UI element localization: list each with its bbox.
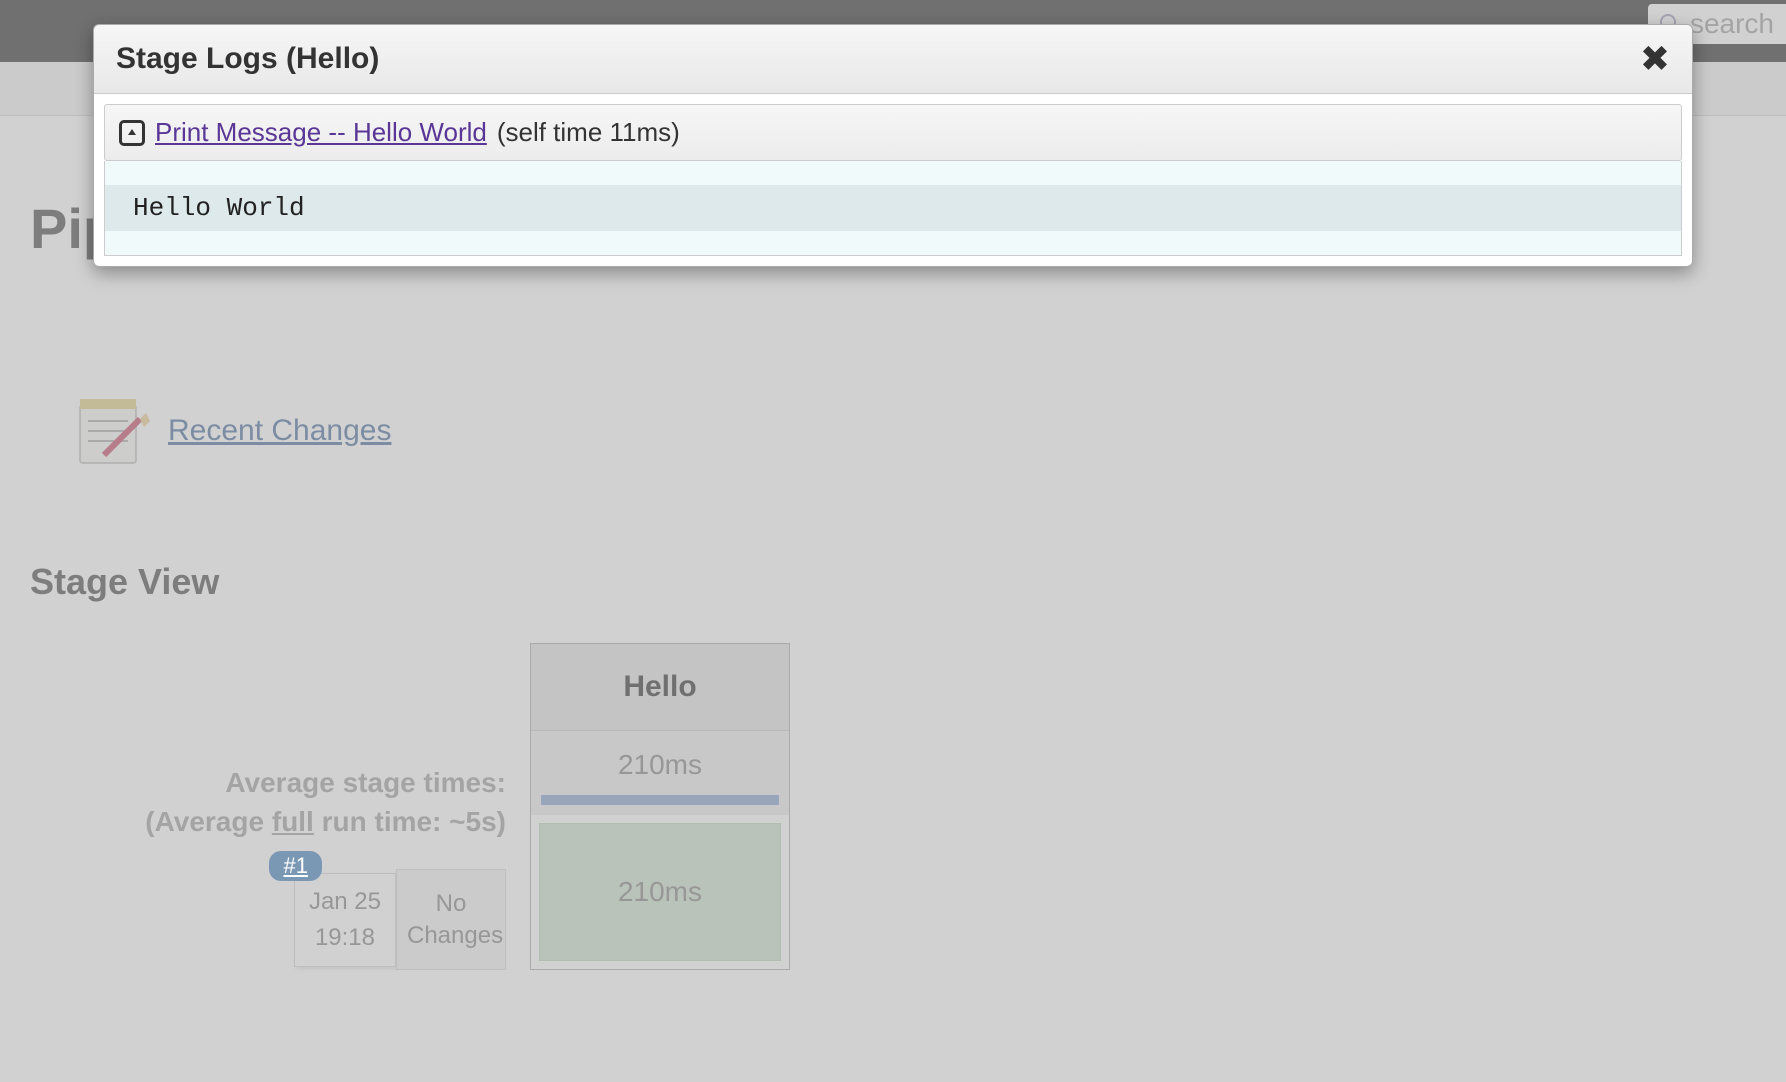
- modal-body: Print Message -- Hello World (self time …: [94, 94, 1692, 266]
- build-badge[interactable]: #1: [269, 851, 321, 881]
- log-output: Hello World: [104, 161, 1682, 256]
- close-icon[interactable]: ✖: [1640, 41, 1670, 77]
- log-line: Hello World: [105, 185, 1681, 231]
- step-row[interactable]: Print Message -- Hello World (self time …: [104, 104, 1682, 161]
- stage-logs-modal: Stage Logs (Hello) ✖ Print Message -- He…: [93, 24, 1693, 267]
- step-self-time: (self time 11ms): [497, 117, 680, 148]
- modal-title: Stage Logs (Hello): [116, 42, 379, 76]
- modal-header: Stage Logs (Hello) ✖: [94, 25, 1692, 94]
- modal-overlay[interactable]: Stage Logs (Hello) ✖ Print Message -- He…: [0, 0, 1786, 1082]
- step-link[interactable]: Print Message -- Hello World: [155, 117, 487, 148]
- collapse-icon[interactable]: [119, 120, 145, 146]
